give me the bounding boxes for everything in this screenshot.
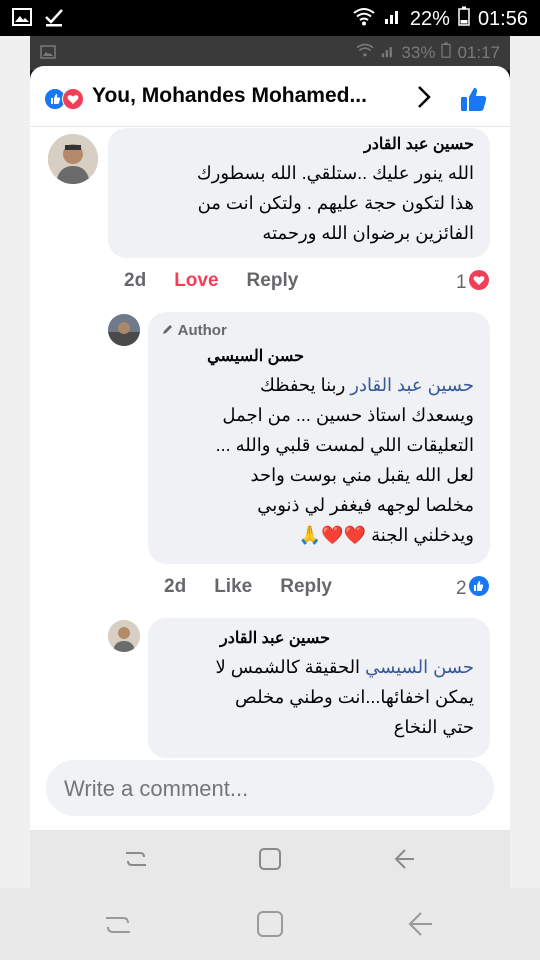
inner-battery-icon [441,42,452,63]
inner-nav-bar [30,830,510,888]
comment-time: 2d [164,576,187,597]
inner-wifi-icon [355,42,375,63]
inner-screenshot: 33% 01:17 You, Mohandes Mohamed... حسين … [30,36,510,888]
clock: 01:56 [477,7,528,30]
battery-icon [458,6,470,32]
comment-actions: 2d Like Reply [164,576,332,598]
comment-line: التعليقات اللي لمست قلبي والله ... [215,435,474,455]
mention-link[interactable]: حسن السيسي [365,657,474,677]
check-icon [44,8,64,33]
love-count-icon [468,270,489,296]
comment-line-rest: الحقيقة كالشمس لا [215,657,366,677]
comment-line-rest: ربنا يحفظك [259,375,351,395]
comment-line: حتي النخاع [393,717,474,737]
reactions-header[interactable]: You, Mohandes Mohamed... [30,66,510,127]
avatar[interactable] [108,314,140,346]
wifi-icon [352,6,376,32]
love-reaction-icon [62,88,84,110]
reactors-title[interactable]: You, Mohandes Mohamed... [92,84,367,108]
comment-author[interactable]: حسين عبد القادر [364,134,474,154]
comment-line: لعل الله يقبل مني بوست واحد [250,465,475,485]
image-icon [12,8,32,33]
comment-line: الله ينور عليك ..ستلقي. الله بسطورك [196,163,474,183]
comment-line: يمكن اخفائها...انت وطني مخلص [235,687,474,707]
recent-apps-icon[interactable] [104,912,132,943]
comment-line: ويسعدك استاذ حسين ... من اجمل [222,405,474,425]
comment-line: هذا لتكون حجة عليهم . ولتكن انت من [197,193,474,213]
comment-author[interactable]: حسين عبد القادر [220,628,330,648]
reaction-count-number: 2 [456,578,467,599]
comment-text: حسن السيسي الحقيقة كالشمس لا يمكن اخفائه… [215,652,474,742]
comment-bubble: حسين عبد القادر الله ينور عليك ..ستلقي. … [108,128,490,258]
reply-bubble: حسين عبد القادر حسن السيسي الحقيقة كالشم… [148,618,490,758]
author-badge: Author [162,322,227,339]
comment-text: حسين عبد القادر ربنا يحفظك ويسعدك استاذ … [216,370,474,550]
back-icon[interactable] [406,910,434,943]
reaction-count-number: 1 [456,272,467,293]
comment-line: الفائزين برضوان الله ورحمته [262,223,474,243]
comments-sheet: You, Mohandes Mohamed... حسين عبد القادر… [30,66,510,830]
reaction-count[interactable]: 1 [456,270,489,296]
mention-link[interactable]: حسين عبد القادر [350,375,474,395]
comment-actions: 2d Love Reply [124,270,298,292]
inner-battery-percent: 33% [401,42,436,62]
like-button[interactable]: Like [214,576,252,598]
author-badge-label: Author [177,322,227,339]
inner-status-bar: 33% 01:17 [30,36,510,70]
like-count-icon [468,576,489,602]
inner-signal-icon [381,43,395,63]
comment-composer[interactable] [46,760,494,818]
inner-clock: 01:17 [457,42,500,62]
reply-bubble: Author حسن السيسي حسين عبد القادر ربنا ي… [148,312,490,564]
chevron-right-icon[interactable] [416,84,432,115]
nav-bar [0,888,540,960]
comment-line: حسين عبد القادر ربنا يحفظك [216,370,474,400]
back-icon[interactable] [392,847,416,876]
avatar[interactable] [48,134,98,184]
reaction-count[interactable]: 2 [456,576,489,602]
avatar[interactable] [108,620,140,652]
comment-line: مخلصا لوجهه فيغفر لي ذنوبي [257,495,474,515]
status-bar: 22% 01:56 [0,0,540,36]
comment-line: حسن السيسي الحقيقة كالشمس لا [215,652,474,682]
comment-input[interactable] [62,760,466,818]
inner-image-icon [40,44,56,64]
battery-percent: 22% [409,7,450,30]
reply-button[interactable]: Reply [247,270,299,292]
home-icon[interactable] [258,847,282,876]
comment-author[interactable]: حسن السيسي [207,346,304,366]
comment-text: الله ينور عليك ..ستلقي. الله بسطورك هذا … [197,158,474,248]
reply-button[interactable]: Reply [280,576,332,598]
love-reaction-button[interactable]: Love [174,270,218,292]
comment-line: ويدخلني الجنة ❤️❤️🙏 [298,525,474,545]
pencil-icon [162,322,178,339]
reaction-icons [44,88,84,110]
comment-time: 2d [124,270,147,291]
thumbs-up-icon[interactable] [460,86,488,117]
recent-apps-icon[interactable] [124,848,148,875]
home-icon[interactable] [256,910,284,943]
signal-icon [384,7,402,31]
